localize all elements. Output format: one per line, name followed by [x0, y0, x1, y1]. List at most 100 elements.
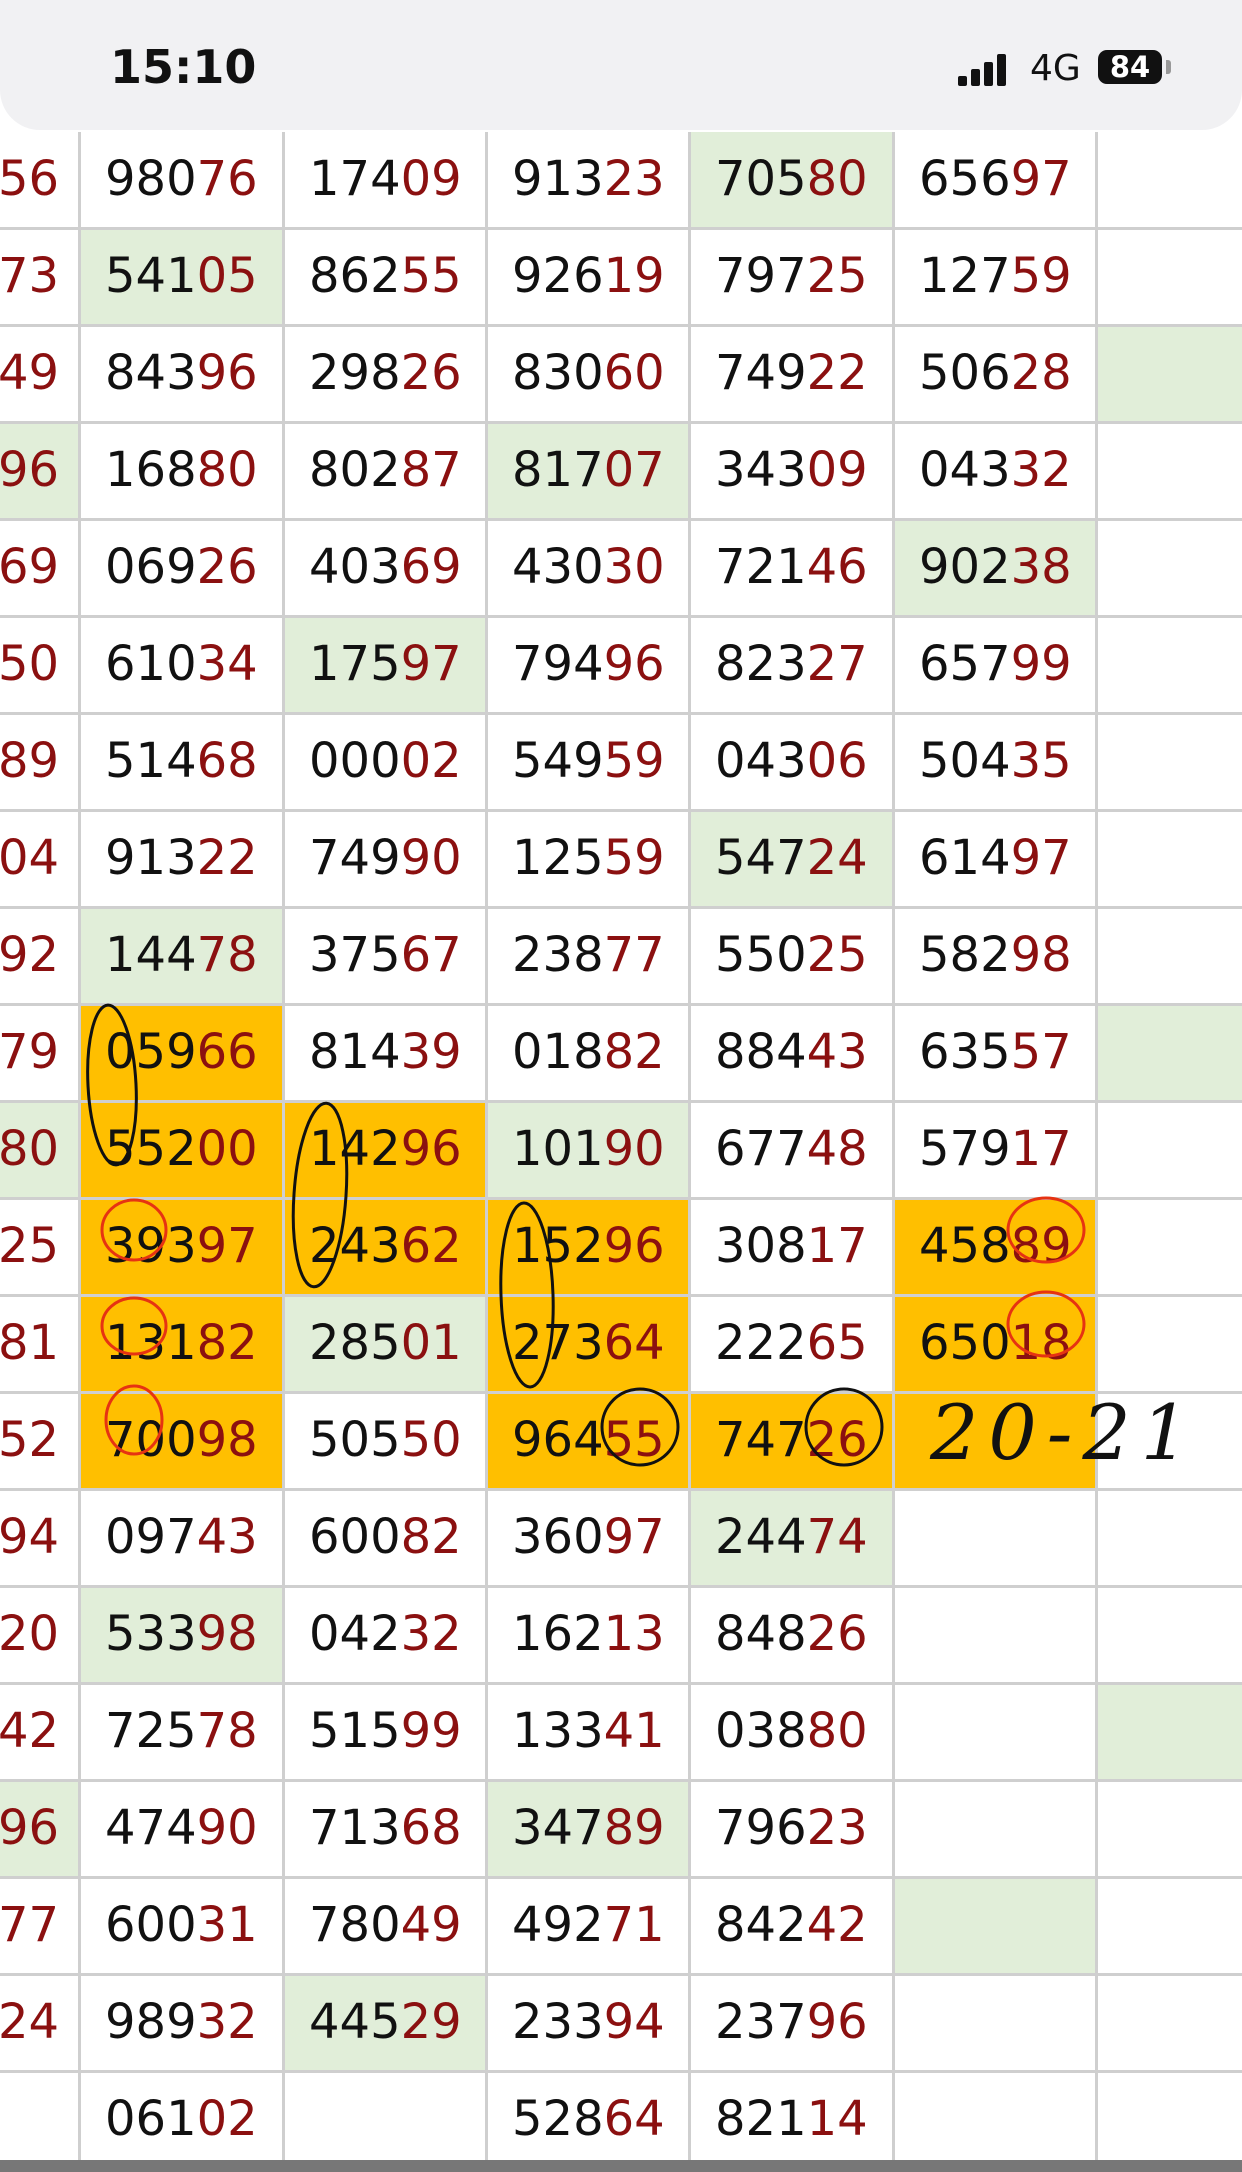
table-cell: 12559 — [487, 811, 690, 908]
network-type: 4G — [1030, 48, 1081, 89]
row-divider — [0, 324, 1242, 327]
table-cell: 15296 — [487, 1199, 690, 1296]
table-cell: 10190 — [487, 1102, 690, 1199]
number-head: 533 — [105, 1606, 197, 1662]
bottom-scroll-bar[interactable] — [0, 2160, 1242, 2172]
number-head: 131 — [105, 1315, 197, 1371]
table-cell: 57917 — [894, 1102, 1097, 1199]
number-head: 298 — [309, 345, 401, 401]
number-tail: 94 — [0, 1509, 60, 1565]
number-head: 989 — [105, 1994, 197, 2050]
number-tail: 90 — [196, 1800, 258, 1856]
number-head: 233 — [512, 1994, 604, 2050]
table-cell: 81439 — [284, 1005, 487, 1102]
cellular-signal-icon — [958, 52, 1010, 86]
table-cell-partial: 73 — [0, 229, 80, 326]
number-head: 550 — [715, 927, 807, 983]
table-cell-partial: 20 — [0, 1587, 80, 1684]
number-tail: 77 — [0, 1897, 60, 1953]
row-divider — [0, 2070, 1242, 2073]
number-tail: 90 — [603, 1121, 665, 1177]
number-head: 285 — [309, 1315, 401, 1371]
number-head: 308 — [715, 1218, 807, 1274]
number-head: 614 — [919, 830, 1011, 886]
number-tail: 27 — [806, 636, 868, 692]
number-head: 175 — [309, 636, 401, 692]
number-tail: 69 — [400, 539, 462, 595]
table-cell: 39397 — [80, 1199, 284, 1296]
number-tail: 59 — [603, 733, 665, 789]
table-cell: 65697 — [894, 132, 1097, 229]
number-tail: 98 — [1010, 927, 1072, 983]
number-tail: 04 — [0, 830, 60, 886]
number-head: 125 — [512, 830, 604, 886]
number-tail: 74 — [806, 1509, 868, 1565]
number-tail: 96 — [603, 1218, 665, 1274]
table-cell: 29826 — [284, 326, 487, 423]
table-cell-partial: 42 — [0, 1684, 80, 1781]
number-tail: 64 — [603, 1315, 665, 1371]
row-divider — [0, 1197, 1242, 1200]
table-cell: 50435 — [894, 714, 1097, 811]
row-divider — [0, 1294, 1242, 1297]
table-cell: 37567 — [284, 908, 487, 1005]
number-tail: 30 — [603, 539, 665, 595]
table-cell: 78049 — [284, 1878, 487, 1975]
table-cell-partial: 81 — [0, 1296, 80, 1393]
number-tail: 97 — [1010, 830, 1072, 886]
table-cell: 03880 — [690, 1684, 894, 1781]
number-tail: 24 — [806, 830, 868, 886]
number-tail: 22 — [806, 345, 868, 401]
number-head: 721 — [715, 539, 807, 595]
table-cell — [1097, 1684, 1242, 1781]
table-cell: 91323 — [487, 132, 690, 229]
table-cell — [1097, 1878, 1242, 1975]
number-tail: 78 — [196, 927, 258, 983]
number-tail: 90 — [400, 830, 462, 886]
table-cell — [1097, 1199, 1242, 1296]
table-cell-partial: 96 — [0, 423, 80, 520]
number-head: 142 — [309, 1121, 401, 1177]
status-bar: 15:10 4G 84 — [0, 0, 1242, 130]
row-divider — [0, 809, 1242, 812]
row-divider — [0, 906, 1242, 909]
row-divider — [0, 518, 1242, 521]
table-cell: 60031 — [80, 1878, 284, 1975]
number-tail: 77 — [603, 927, 665, 983]
number-tail: 96 — [603, 636, 665, 692]
number-head: 038 — [715, 1703, 807, 1759]
table-cell-partial: 49 — [0, 326, 80, 423]
number-tail: 17 — [806, 1218, 868, 1274]
number-tail: 59 — [1010, 248, 1072, 304]
table-cell-partial: 25 — [0, 1199, 80, 1296]
table-cell: 65799 — [894, 617, 1097, 714]
number-head: 273 — [512, 1315, 604, 1371]
number-tail: 96 — [0, 442, 60, 498]
number-tail: 73 — [0, 248, 60, 304]
table-cell: 51599 — [284, 1684, 487, 1781]
number-tail: 26 — [196, 539, 258, 595]
number-tail: 48 — [806, 1121, 868, 1177]
number-results-table[interactable]: 56 98076 17409 91323 70580 65697 73 54105 86255 9… — [0, 132, 1242, 2166]
number-tail: 81 — [0, 1315, 60, 1371]
number-head: 796 — [715, 1800, 807, 1856]
row-divider — [0, 1003, 1242, 1006]
number-head: 980 — [105, 151, 197, 207]
number-head: 582 — [919, 927, 1011, 983]
table-cell: 14296 — [284, 1102, 487, 1199]
table-cell: 63557 — [894, 1005, 1097, 1102]
number-head: 375 — [309, 927, 401, 983]
number-tail: 55 — [400, 248, 462, 304]
number-head: 913 — [105, 830, 197, 886]
number-tail: 89 — [603, 1800, 665, 1856]
table-cell — [1097, 811, 1242, 908]
table-cell: 23796 — [690, 1975, 894, 2072]
table-cell — [894, 2072, 1097, 2169]
table-cell: 58298 — [894, 908, 1097, 1005]
number-tail: 32 — [196, 1994, 258, 2050]
table-cell: 45889 — [894, 1199, 1097, 1296]
table-cell: 96455 — [487, 1393, 690, 1490]
number-tail: 57 — [1010, 1024, 1072, 1080]
number-head: 144 — [105, 927, 197, 983]
table-cell — [1097, 520, 1242, 617]
